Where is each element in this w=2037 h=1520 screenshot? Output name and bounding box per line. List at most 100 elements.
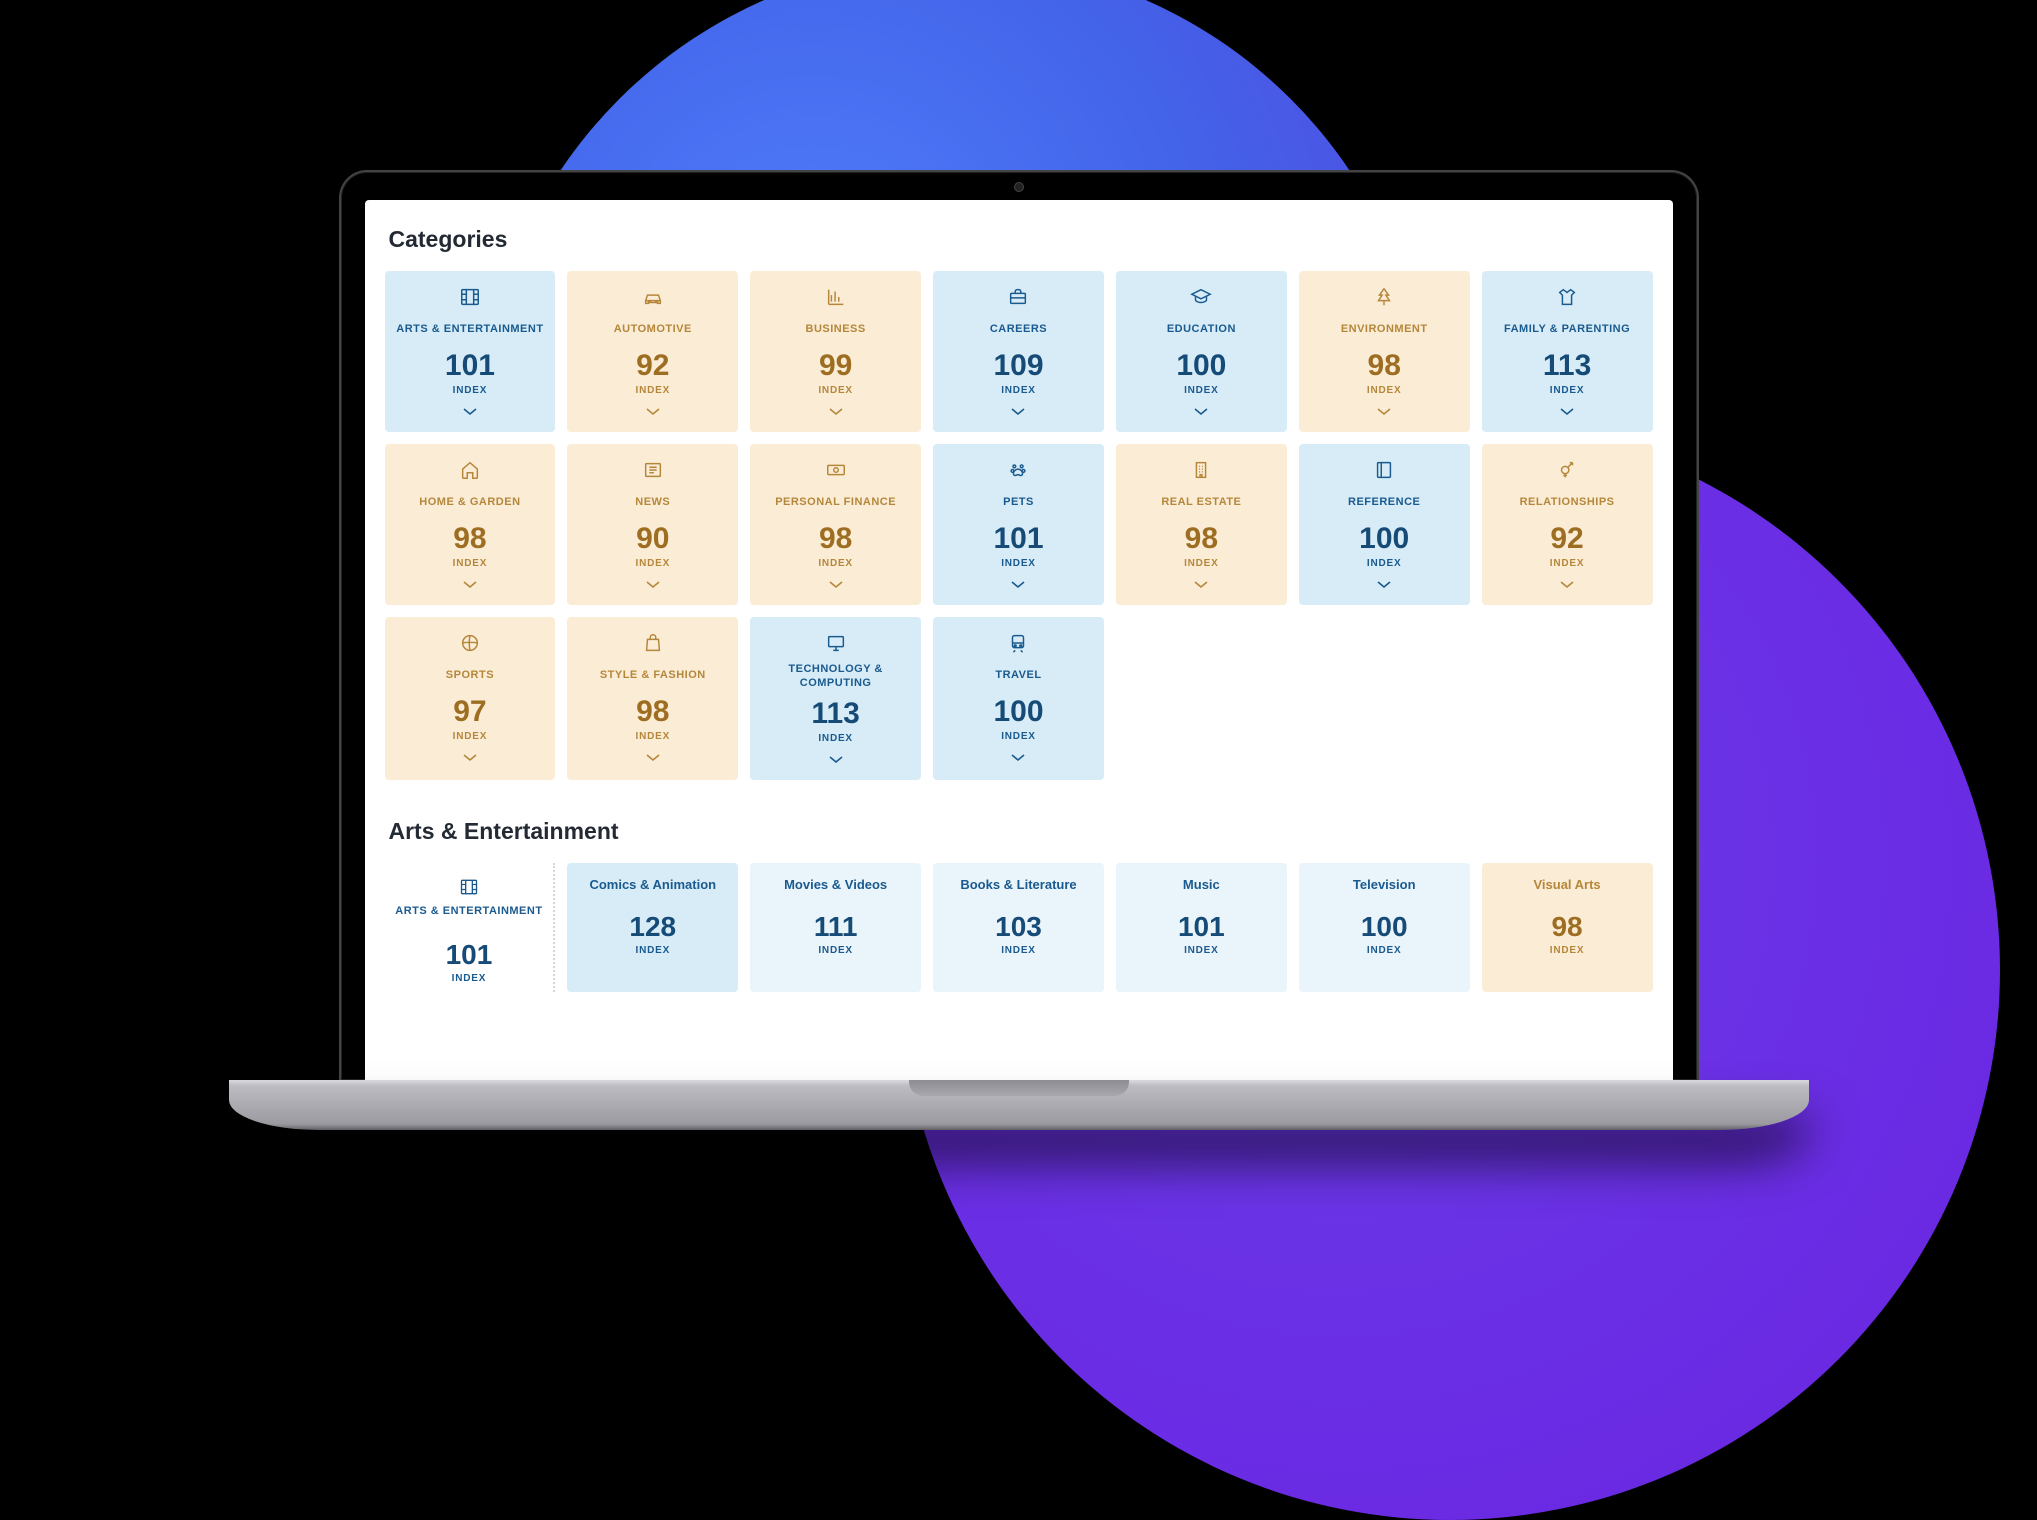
index-label: INDEX xyxy=(1184,385,1219,396)
chevron-down-icon[interactable] xyxy=(462,404,478,422)
subcategory-index-value: 101 xyxy=(393,939,546,971)
category-label: STYLE & FASHION xyxy=(600,663,706,689)
chevron-down-icon[interactable] xyxy=(1559,577,1575,595)
subcategory-index-value: 100 xyxy=(1307,911,1462,943)
index-label: INDEX xyxy=(1367,385,1402,396)
category-card[interactable]: FAMILY & PARENTING113INDEX xyxy=(1482,271,1653,432)
monitor-icon xyxy=(825,631,847,655)
category-card[interactable]: NEWS90INDEX xyxy=(567,444,738,605)
index-label: INDEX xyxy=(1001,385,1036,396)
category-index-value: 100 xyxy=(993,695,1043,729)
subcategory-card[interactable]: Visual Arts98INDEX xyxy=(1482,863,1653,992)
chevron-down-icon[interactable] xyxy=(462,577,478,595)
category-label: CAREERS xyxy=(990,317,1047,343)
index-label: INDEX xyxy=(1001,558,1036,569)
subcategories-section-title: Arts & Entertainment xyxy=(389,818,1653,845)
train-icon xyxy=(1007,631,1029,655)
index-label: INDEX xyxy=(1307,945,1462,956)
chevron-down-icon[interactable] xyxy=(1193,577,1209,595)
category-card[interactable]: CAREERS 109 INDEX xyxy=(933,271,1104,432)
category-index-value: 109 xyxy=(993,349,1043,383)
bag-icon xyxy=(642,631,664,655)
subcategory-card[interactable]: Books & Literature103INDEX xyxy=(933,863,1104,992)
chevron-down-icon[interactable] xyxy=(828,577,844,595)
laptop-screen: Categories ARTS & ENTERTAINMENT101INDEXA… xyxy=(365,200,1673,1080)
subcategory-card[interactable]: Movies & Videos111INDEX xyxy=(750,863,921,992)
chevron-down-icon[interactable] xyxy=(462,750,478,768)
index-label: INDEX xyxy=(758,945,913,956)
chevron-down-icon[interactable] xyxy=(1193,404,1209,422)
category-card[interactable]: BUSINESS99INDEX xyxy=(750,271,921,432)
category-label: NEWS xyxy=(635,490,670,516)
category-label: BUSINESS xyxy=(806,317,866,343)
category-card[interactable]: STYLE & FASHION98INDEX xyxy=(567,617,738,780)
tree-icon xyxy=(1373,285,1395,309)
index-label: INDEX xyxy=(818,733,853,744)
index-label: INDEX xyxy=(941,945,1096,956)
index-label: INDEX xyxy=(453,558,488,569)
category-index-value: 100 xyxy=(1176,349,1226,383)
subcategory-label: Comics & Animation xyxy=(575,877,730,907)
webcam-dot xyxy=(1014,182,1024,192)
chevron-down-icon[interactable] xyxy=(1010,750,1026,768)
category-card[interactable]: AUTOMOTIVE92INDEX xyxy=(567,271,738,432)
category-card[interactable]: REAL ESTATE98INDEX xyxy=(1116,444,1287,605)
index-label: INDEX xyxy=(1001,731,1036,742)
category-card[interactable]: PERSONAL FINANCE98INDEX xyxy=(750,444,921,605)
index-label: INDEX xyxy=(1184,558,1219,569)
subcategory-label: Visual Arts xyxy=(1490,877,1645,907)
chevron-down-icon[interactable] xyxy=(828,404,844,422)
subcategory-card[interactable]: Comics & Animation128INDEX xyxy=(567,863,738,992)
category-label: ENVIRONMENT xyxy=(1341,317,1428,343)
index-label: INDEX xyxy=(1124,945,1279,956)
category-index-value: 101 xyxy=(445,349,495,383)
category-label: REFERENCE xyxy=(1348,490,1420,516)
chevron-down-icon[interactable] xyxy=(645,404,661,422)
briefcase-icon xyxy=(1007,285,1029,309)
category-label: FAMILY & PARENTING xyxy=(1504,317,1630,343)
category-card[interactable]: RELATIONSHIPS92INDEX xyxy=(1482,444,1653,605)
chevron-down-icon[interactable] xyxy=(645,750,661,768)
category-card[interactable]: REFERENCE100INDEX xyxy=(1299,444,1470,605)
category-index-value: 101 xyxy=(993,522,1043,556)
category-card[interactable]: HOME & GARDEN98INDEX xyxy=(385,444,556,605)
categories-section-title: Categories xyxy=(389,226,1653,253)
home-icon xyxy=(459,458,481,482)
chevron-down-icon[interactable] xyxy=(1559,404,1575,422)
chevron-down-icon[interactable] xyxy=(1376,404,1392,422)
category-index-value: 113 xyxy=(811,697,859,731)
app-viewport: Categories ARTS & ENTERTAINMENT101INDEXA… xyxy=(365,200,1673,992)
subcategory-index-value: 101 xyxy=(1124,911,1279,943)
index-label: INDEX xyxy=(453,731,488,742)
money-icon xyxy=(825,458,847,482)
book-icon xyxy=(1373,458,1395,482)
chevron-down-icon[interactable] xyxy=(828,752,844,770)
category-label: REAL ESTATE xyxy=(1161,490,1241,516)
subcategory-label: ARTS & ENTERTAINMENT xyxy=(393,905,546,935)
ball-icon xyxy=(459,631,481,655)
index-label: INDEX xyxy=(393,973,546,984)
category-index-value: 98 xyxy=(636,695,669,729)
category-card[interactable]: ENVIRONMENT98INDEX xyxy=(1299,271,1470,432)
subcategory-card[interactable]: Television100INDEX xyxy=(1299,863,1470,992)
index-label: INDEX xyxy=(575,945,730,956)
chevron-down-icon[interactable] xyxy=(1376,577,1392,595)
chevron-down-icon[interactable] xyxy=(1010,404,1026,422)
chart-icon xyxy=(825,285,847,309)
index-label: INDEX xyxy=(818,385,853,396)
category-card[interactable]: EDUCATION100INDEX xyxy=(1116,271,1287,432)
category-card[interactable]: TRAVEL100INDEX xyxy=(933,617,1104,780)
building-icon xyxy=(1190,458,1212,482)
subcategories-grid: ARTS & ENTERTAINMENT101INDEXComics & Ani… xyxy=(385,863,1653,992)
category-card[interactable]: PETS101INDEX xyxy=(933,444,1104,605)
category-card[interactable]: SPORTS97INDEX xyxy=(385,617,556,780)
subcategory-card[interactable]: Music101INDEX xyxy=(1116,863,1287,992)
category-card[interactable]: ARTS & ENTERTAINMENT101INDEX xyxy=(385,271,556,432)
index-label: INDEX xyxy=(453,385,488,396)
chevron-down-icon[interactable] xyxy=(1010,577,1026,595)
film-icon xyxy=(393,877,546,899)
gender-icon xyxy=(1556,458,1578,482)
category-card[interactable]: TECHNOLOGY & COMPUTING113INDEX xyxy=(750,617,921,780)
chevron-down-icon[interactable] xyxy=(645,577,661,595)
subcategory-lead-card[interactable]: ARTS & ENTERTAINMENT 101 INDEX xyxy=(385,863,556,992)
